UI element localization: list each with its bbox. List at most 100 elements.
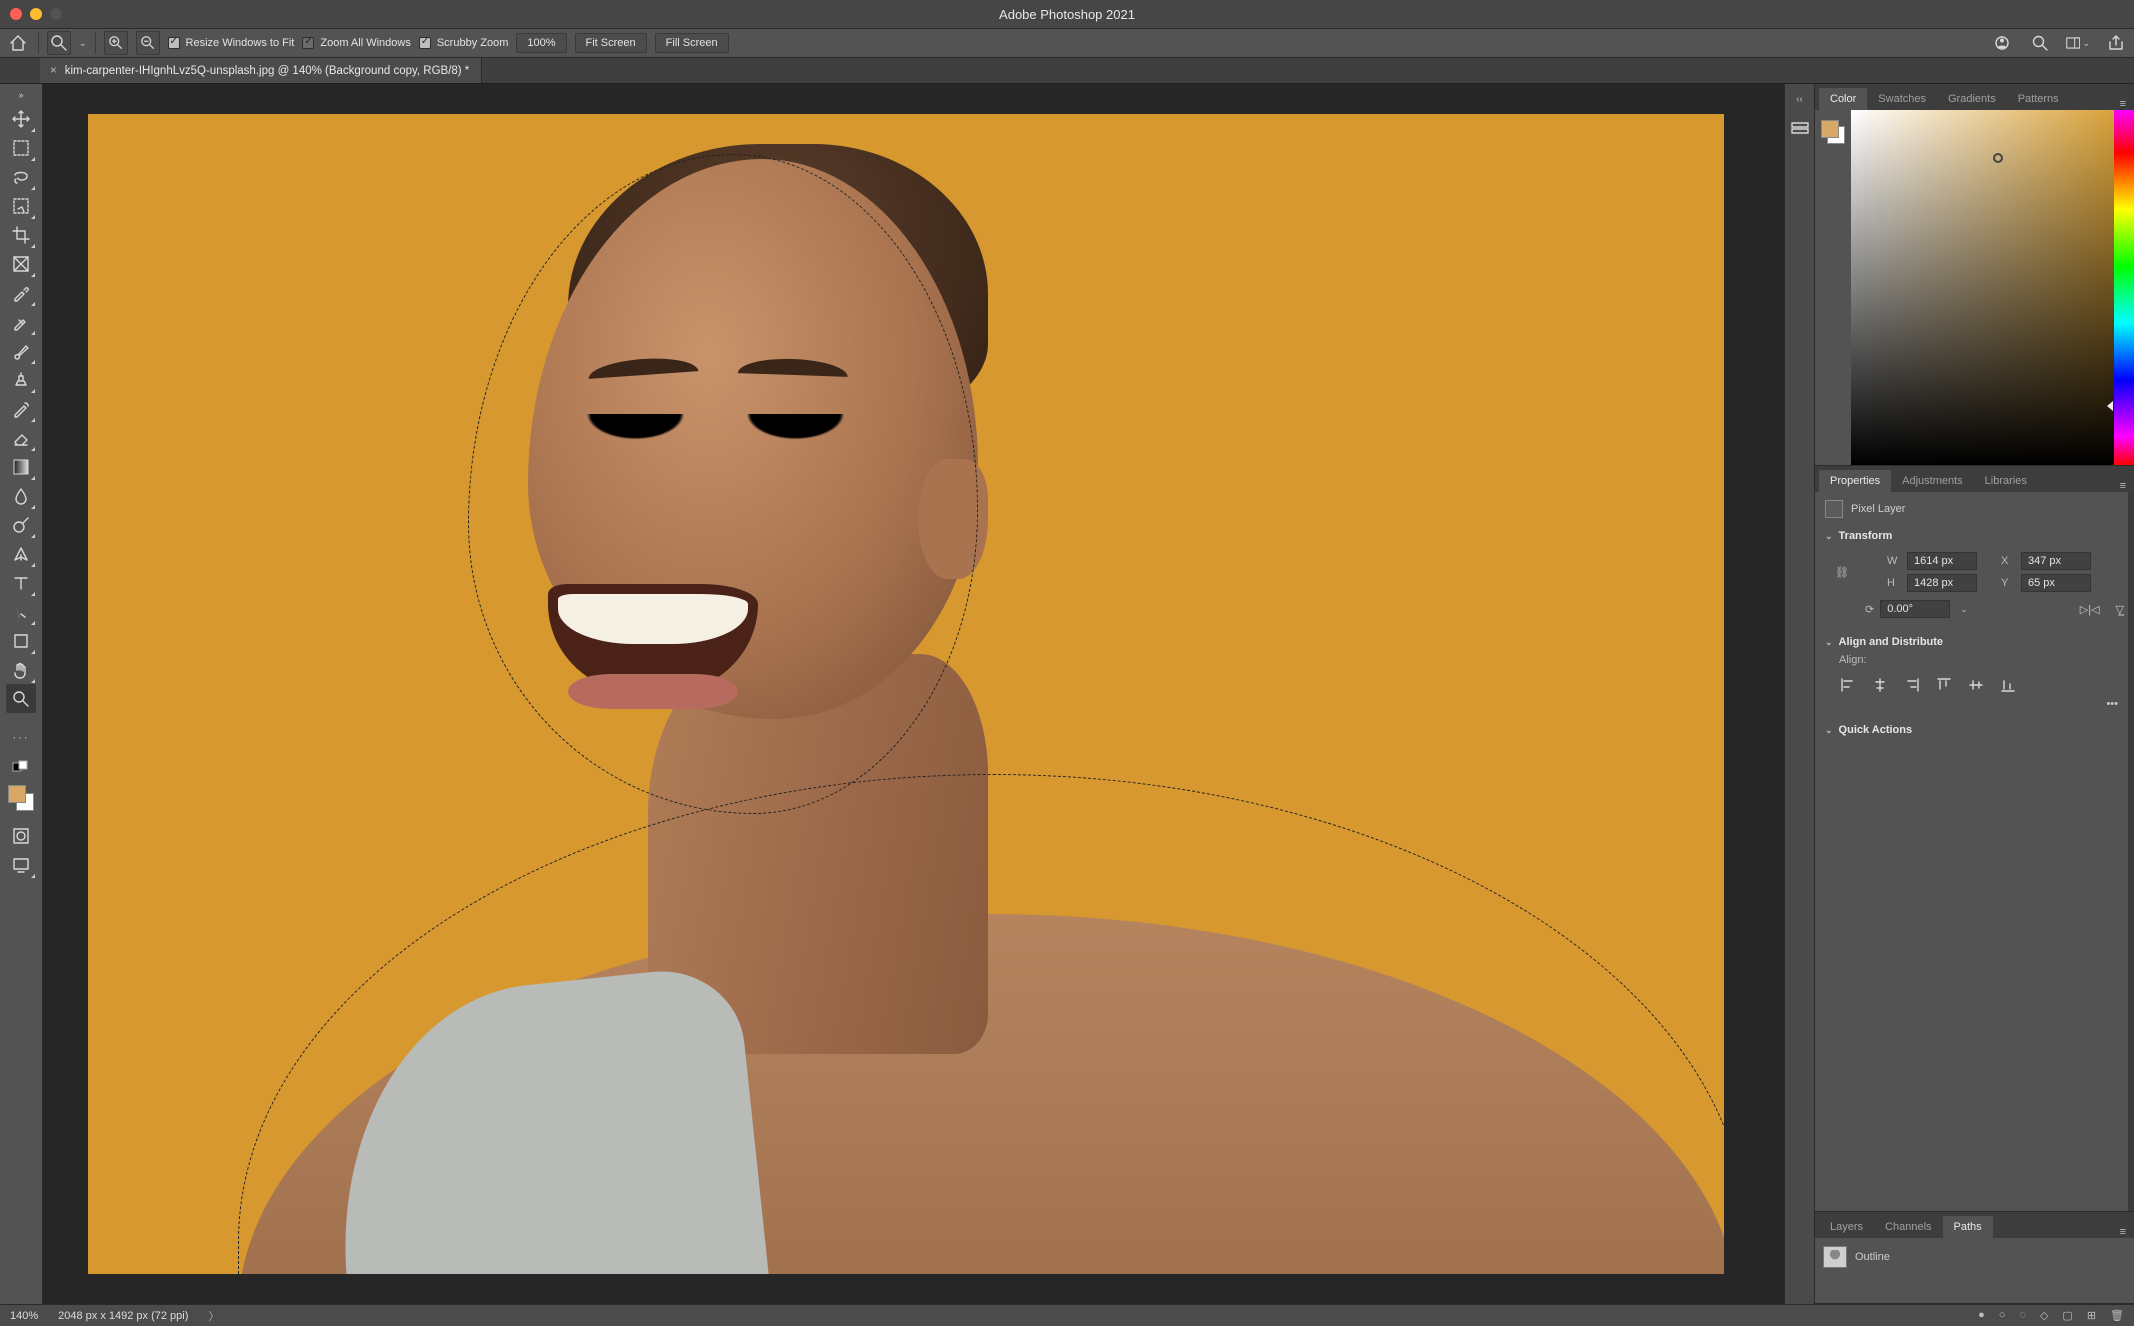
- transform-x-field[interactable]: 347 px: [2021, 552, 2091, 570]
- panel-scrollbar[interactable]: [2128, 492, 2134, 1211]
- window-zoom-button[interactable]: [50, 8, 62, 20]
- tab-layers[interactable]: Layers: [1819, 1216, 1874, 1238]
- tab-libraries[interactable]: Libraries: [1974, 470, 2038, 492]
- tab-gradients[interactable]: Gradients: [1937, 88, 2007, 110]
- more-align-icon[interactable]: •••: [1825, 698, 2118, 710]
- home-button[interactable]: [6, 31, 30, 55]
- angle-dropdown-icon[interactable]: ⌄: [1956, 604, 1972, 615]
- clone-stamp-tool[interactable]: [6, 365, 36, 394]
- zoom-level-field[interactable]: 140%: [10, 1310, 38, 1322]
- align-hcenter-icon[interactable]: [1871, 676, 1889, 694]
- fg-bg-swatches[interactable]: [8, 785, 34, 811]
- scrubby-zoom-checkbox[interactable]: Scrubby Zoom: [419, 37, 509, 49]
- close-tab-icon[interactable]: ×: [50, 65, 57, 77]
- quick-select-tool[interactable]: [6, 191, 36, 220]
- quick-mask-button[interactable]: [6, 821, 36, 850]
- zoom-out-button[interactable]: [136, 31, 160, 55]
- transform-w-field[interactable]: 1614 px: [1907, 552, 1977, 570]
- zoom-100-button[interactable]: 100%: [516, 33, 566, 53]
- fg-swatch[interactable]: [1821, 120, 1839, 138]
- expand-dock-icon[interactable]: ‹‹: [1796, 94, 1803, 105]
- window-close-button[interactable]: [10, 8, 22, 20]
- tab-adjustments[interactable]: Adjustments: [1891, 470, 1974, 492]
- tab-swatches[interactable]: Swatches: [1867, 88, 1937, 110]
- cloud-docs-icon[interactable]: [1990, 31, 2014, 55]
- screenmode-button[interactable]: [6, 850, 36, 879]
- zoom-tool-preset[interactable]: [47, 31, 71, 55]
- transform-section-header[interactable]: ⌄Transform: [1825, 530, 2124, 542]
- move-tool[interactable]: [6, 104, 36, 133]
- color-panel-swatches[interactable]: [1821, 120, 1845, 144]
- align-top-icon[interactable]: [1935, 676, 1953, 694]
- pen-tool[interactable]: [6, 539, 36, 568]
- tab-paths[interactable]: Paths: [1943, 1216, 1993, 1238]
- flip-horizontal-icon[interactable]: ▷|◁: [2080, 603, 2100, 616]
- path-select-tool[interactable]: [6, 597, 36, 626]
- fit-screen-button[interactable]: Fit Screen: [575, 33, 647, 53]
- transform-angle-field[interactable]: 0.00°: [1880, 600, 1950, 618]
- workspace-switcher[interactable]: ⌄: [2066, 31, 2090, 55]
- path-to-selection-icon[interactable]: ◌: [2019, 1309, 2026, 1322]
- dropdown-caret-icon[interactable]: ⌄: [79, 38, 87, 49]
- crop-tool[interactable]: [6, 220, 36, 249]
- delete-path-icon[interactable]: 🗑: [2110, 1309, 2124, 1322]
- tab-color[interactable]: Color: [1819, 88, 1867, 110]
- align-left-icon[interactable]: [1839, 676, 1857, 694]
- history-brush-tool[interactable]: [6, 394, 36, 423]
- panel-menu-icon[interactable]: ≡: [2112, 480, 2134, 492]
- fill-path-icon[interactable]: ●: [1978, 1309, 1985, 1322]
- tab-patterns[interactable]: Patterns: [2007, 88, 2070, 110]
- align-vcenter-icon[interactable]: [1967, 676, 1985, 694]
- share-icon[interactable]: [2104, 31, 2128, 55]
- transform-h-field[interactable]: 1428 px: [1907, 574, 1977, 592]
- saturation-value-picker[interactable]: [1851, 110, 2114, 465]
- add-mask-icon[interactable]: ▢: [2062, 1309, 2072, 1322]
- search-icon[interactable]: [2028, 31, 2052, 55]
- history-panel-icon[interactable]: [1790, 119, 1810, 139]
- path-row[interactable]: Outline: [1815, 1242, 2134, 1272]
- frame-tool[interactable]: [6, 249, 36, 278]
- window-minimize-button[interactable]: [30, 8, 42, 20]
- eyedropper-tool[interactable]: [6, 278, 36, 307]
- align-section-header[interactable]: ⌄Align and Distribute: [1825, 636, 2124, 648]
- docinfo-menu-icon[interactable]: 〉: [208, 1308, 219, 1324]
- brush-tool[interactable]: [6, 336, 36, 365]
- transform-y-field[interactable]: 65 px: [2021, 574, 2091, 592]
- gradient-tool[interactable]: [6, 452, 36, 481]
- flip-vertical-icon[interactable]: ▽̲: [2116, 603, 2124, 616]
- align-bottom-icon[interactable]: [1999, 676, 2017, 694]
- stroke-path-icon[interactable]: ○: [1999, 1309, 2006, 1322]
- document-canvas[interactable]: [88, 114, 1724, 1274]
- tab-channels[interactable]: Channels: [1874, 1216, 1942, 1238]
- blur-tool[interactable]: [6, 481, 36, 510]
- tab-properties[interactable]: Properties: [1819, 470, 1891, 492]
- marquee-tool[interactable]: [6, 133, 36, 162]
- selection-to-path-icon[interactable]: ◇: [2040, 1309, 2048, 1322]
- collapsed-panel-dock[interactable]: ‹‹: [1784, 84, 1814, 1304]
- hue-slider[interactable]: [2114, 110, 2134, 465]
- lasso-tool[interactable]: [6, 162, 36, 191]
- shape-tool[interactable]: [6, 626, 36, 655]
- edit-toolbar-button[interactable]: ···: [6, 723, 36, 752]
- foreground-color-swatch[interactable]: [8, 785, 26, 803]
- zoom-tool[interactable]: [6, 684, 36, 713]
- healing-brush-tool[interactable]: [6, 307, 36, 336]
- doc-info-label[interactable]: 2048 px x 1492 px (72 ppi): [58, 1310, 188, 1322]
- zoom-in-button[interactable]: [104, 31, 128, 55]
- eraser-tool[interactable]: [6, 423, 36, 452]
- panel-menu-icon[interactable]: ≡: [2112, 98, 2134, 110]
- align-right-icon[interactable]: [1903, 676, 1921, 694]
- canvas-area[interactable]: [43, 84, 1784, 1304]
- panel-menu-icon[interactable]: ≡: [2112, 1226, 2134, 1238]
- dodge-tool[interactable]: [6, 510, 36, 539]
- fill-screen-button[interactable]: Fill Screen: [655, 33, 729, 53]
- document-tab[interactable]: × kim-carpenter-IHIgnhLvz5Q-unsplash.jpg…: [40, 58, 482, 83]
- link-wh-icon[interactable]: ⛓: [1835, 566, 1849, 579]
- new-path-icon[interactable]: ⊞: [2087, 1309, 2096, 1322]
- resize-windows-checkbox[interactable]: Resize Windows to Fit: [168, 37, 295, 49]
- hand-tool[interactable]: [6, 655, 36, 684]
- collapse-toolbar-icon[interactable]: »: [18, 90, 23, 100]
- quick-actions-header[interactable]: ⌄Quick Actions: [1825, 724, 2124, 736]
- zoom-all-checkbox[interactable]: Zoom All Windows: [302, 37, 410, 49]
- type-tool[interactable]: [6, 568, 36, 597]
